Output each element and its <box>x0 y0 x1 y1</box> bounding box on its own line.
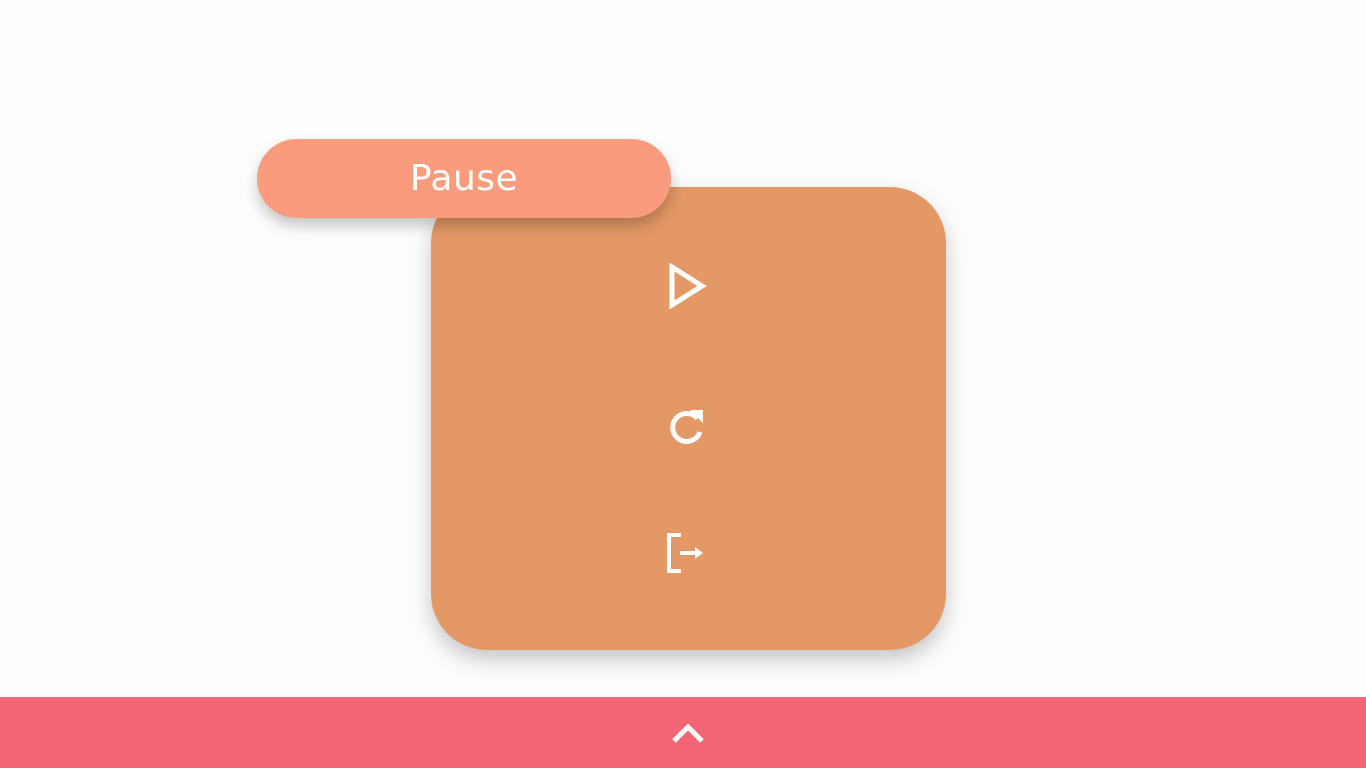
game-screen: Pause <box>0 0 1366 768</box>
exit-button[interactable] <box>637 518 737 588</box>
exit-icon <box>667 533 703 573</box>
chevron-up-icon <box>672 723 704 743</box>
restart-button[interactable] <box>637 393 737 463</box>
pause-title: Pause <box>257 139 671 218</box>
restart-icon <box>670 410 703 444</box>
resume-button[interactable] <box>637 251 737 321</box>
play-icon <box>669 263 707 309</box>
expand-button[interactable] <box>663 711 713 755</box>
